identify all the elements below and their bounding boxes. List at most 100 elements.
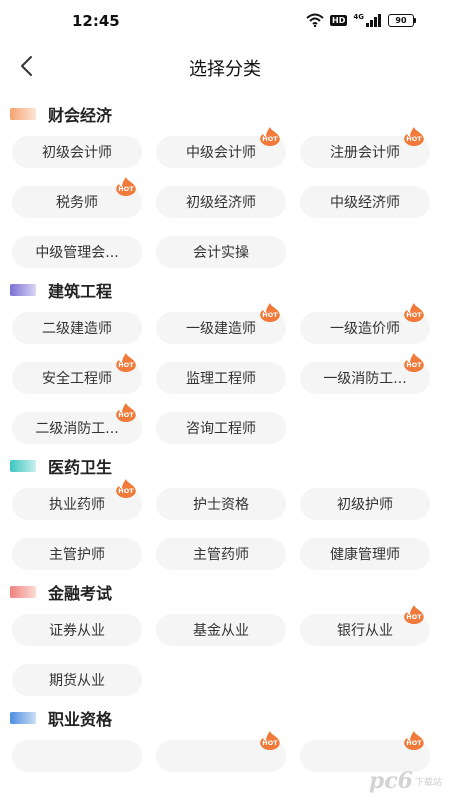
hot-label: HOT <box>262 135 278 143</box>
category-chip[interactable]: 中级会计师 HOT <box>156 127 286 168</box>
category-chip[interactable]: 初级会计师 <box>12 136 142 168</box>
category-chip-label: 注册会计师 <box>330 145 400 161</box>
hot-label: HOT <box>118 487 134 495</box>
category-chip-label: 中级经济师 <box>330 195 400 211</box>
category-chip[interactable]: 一级消防工... HOT <box>300 353 430 394</box>
section-header: 金融考试 <box>0 578 450 606</box>
hot-label: HOT <box>118 411 134 419</box>
watermark-logo: pc6 下载站 <box>369 768 442 794</box>
section-title: 金融考试 <box>48 584 113 603</box>
category-chip-label: 初级护师 <box>337 497 393 513</box>
category-chip[interactable]: 中级经济师 <box>300 186 430 218</box>
category-flag-icon <box>10 108 36 120</box>
hot-label: HOT <box>118 361 134 369</box>
hot-flame-icon: HOT <box>260 731 280 750</box>
category-chip-label: 会计实操 <box>193 245 249 261</box>
category-chip[interactable]: 中级管理会... <box>12 236 142 268</box>
category-chip-label: 证券从业 <box>49 623 105 639</box>
hot-label: HOT <box>406 739 422 747</box>
hot-flame-icon: HOT <box>404 605 424 624</box>
page-title: 选择分类 <box>189 59 261 80</box>
watermark-text: pc6 <box>368 768 413 794</box>
network-type-label: 4G <box>353 13 364 21</box>
category-chip-label: 咨询工程师 <box>186 421 256 437</box>
hot-flame-icon: HOT <box>116 403 136 422</box>
hot-label: HOT <box>262 311 278 319</box>
hot-flame-icon: HOT <box>404 353 424 372</box>
hot-flame-icon: HOT <box>260 303 280 322</box>
hot-label: HOT <box>406 361 422 369</box>
hot-label: HOT <box>262 739 278 747</box>
category-chip[interactable]: HOT <box>156 731 286 772</box>
category-chip[interactable] <box>12 740 142 772</box>
battery-icon: 90 <box>388 13 416 27</box>
signal-icon <box>366 13 381 27</box>
nav-bar: 选择分类 <box>0 44 450 88</box>
status-time: 12:45 <box>72 12 120 30</box>
category-chip-label: 护士资格 <box>193 497 249 513</box>
category-chip[interactable]: 执业药师 HOT <box>12 479 142 520</box>
wifi-icon <box>306 13 324 27</box>
category-chip[interactable]: 注册会计师 HOT <box>300 127 430 168</box>
hot-flame-icon: HOT <box>404 731 424 750</box>
category-chip-label: 二级消防工... <box>35 421 119 437</box>
category-chip-label: 基金从业 <box>193 623 249 639</box>
category-chip[interactable]: 基金从业 <box>156 614 286 646</box>
category-chip-label: 一级消防工... <box>323 371 407 387</box>
category-chip-label: 主管药师 <box>193 547 249 563</box>
watermark-subtext: 下载站 <box>414 777 442 788</box>
category-chip-label: 税务师 <box>56 195 98 211</box>
category-section: 财会经济初级会计师 中级会计师 HOT 注册会计师 HOT 税务师 HOT 初级经济师 中级经济… <box>0 100 450 268</box>
category-chip[interactable]: 一级造价师 HOT <box>300 303 430 344</box>
category-chip-label: 期货从业 <box>49 673 105 689</box>
category-chip[interactable]: 主管护师 <box>12 538 142 570</box>
section-header: 财会经济 <box>0 100 450 128</box>
category-flag-icon <box>10 712 36 724</box>
status-icons: HD 4G 90 <box>306 13 416 27</box>
category-chip-label: 初级经济师 <box>186 195 256 211</box>
category-section: 建筑工程二级建造师 一级建造师 HOT 一级造价师 HOT 安全工程师 HOT 监理工程师 一级… <box>0 276 450 444</box>
category-chip[interactable]: 监理工程师 <box>156 362 286 394</box>
category-chip[interactable]: 一级建造师 HOT <box>156 303 286 344</box>
category-chip[interactable]: 二级消防工... HOT <box>12 403 142 444</box>
hot-label: HOT <box>406 311 422 319</box>
hot-flame-icon: HOT <box>116 177 136 196</box>
category-chip-label: 监理工程师 <box>186 371 256 387</box>
hot-label: HOT <box>406 135 422 143</box>
category-flag-icon <box>10 460 36 472</box>
category-chip-label: 银行从业 <box>337 623 393 639</box>
category-chip-label: 安全工程师 <box>42 371 112 387</box>
category-flag-icon <box>10 586 36 598</box>
category-chip-label: 健康管理师 <box>330 547 400 563</box>
category-chip[interactable]: 税务师 HOT <box>12 177 142 218</box>
category-chip[interactable]: 健康管理师 <box>300 538 430 570</box>
section-header: 医药卫生 <box>0 452 450 480</box>
category-chips: 初级会计师 中级会计师 HOT 注册会计师 HOT 税务师 HOT 初级经济师 中级经济师中级管… <box>0 127 450 268</box>
category-chip[interactable]: 主管药师 <box>156 538 286 570</box>
category-chip[interactable]: 初级护师 <box>300 488 430 520</box>
status-bar: 12:45 HD 4G 90 <box>0 0 450 40</box>
category-chip[interactable]: 护士资格 <box>156 488 286 520</box>
section-header: 建筑工程 <box>0 276 450 304</box>
category-chip[interactable]: 初级经济师 <box>156 186 286 218</box>
hot-flame-icon: HOT <box>404 303 424 322</box>
section-title: 建筑工程 <box>48 282 113 301</box>
hot-flame-icon: HOT <box>116 353 136 372</box>
category-chip-label: 中级会计师 <box>186 145 256 161</box>
category-chips: 证券从业 基金从业 银行从业 HOT 期货从业 <box>0 605 450 696</box>
category-chip[interactable]: 银行从业 HOT <box>300 605 430 646</box>
hot-flame-icon: HOT <box>404 127 424 146</box>
battery-level: 90 <box>388 13 414 27</box>
category-section: 医药卫生执业药师 HOT 护士资格 初级护师主管护师 主管药师 健康管理师 <box>0 452 450 570</box>
hd-badge: HD <box>330 14 348 26</box>
category-chip[interactable]: 证券从业 <box>12 614 142 646</box>
category-chip[interactable]: 期货从业 <box>12 664 142 696</box>
category-chip[interactable]: 安全工程师 HOT <box>12 353 142 394</box>
hot-label: HOT <box>406 613 422 621</box>
category-chip[interactable]: 咨询工程师 <box>156 412 286 444</box>
category-chip[interactable]: 二级建造师 <box>12 312 142 344</box>
category-chip[interactable]: 会计实操 <box>156 236 286 268</box>
category-list[interactable]: 财会经济初级会计师 中级会计师 HOT 注册会计师 HOT 税务师 HOT 初级经济师 中级经济… <box>0 100 450 800</box>
hot-label: HOT <box>118 185 134 193</box>
section-title: 医药卫生 <box>48 458 113 477</box>
